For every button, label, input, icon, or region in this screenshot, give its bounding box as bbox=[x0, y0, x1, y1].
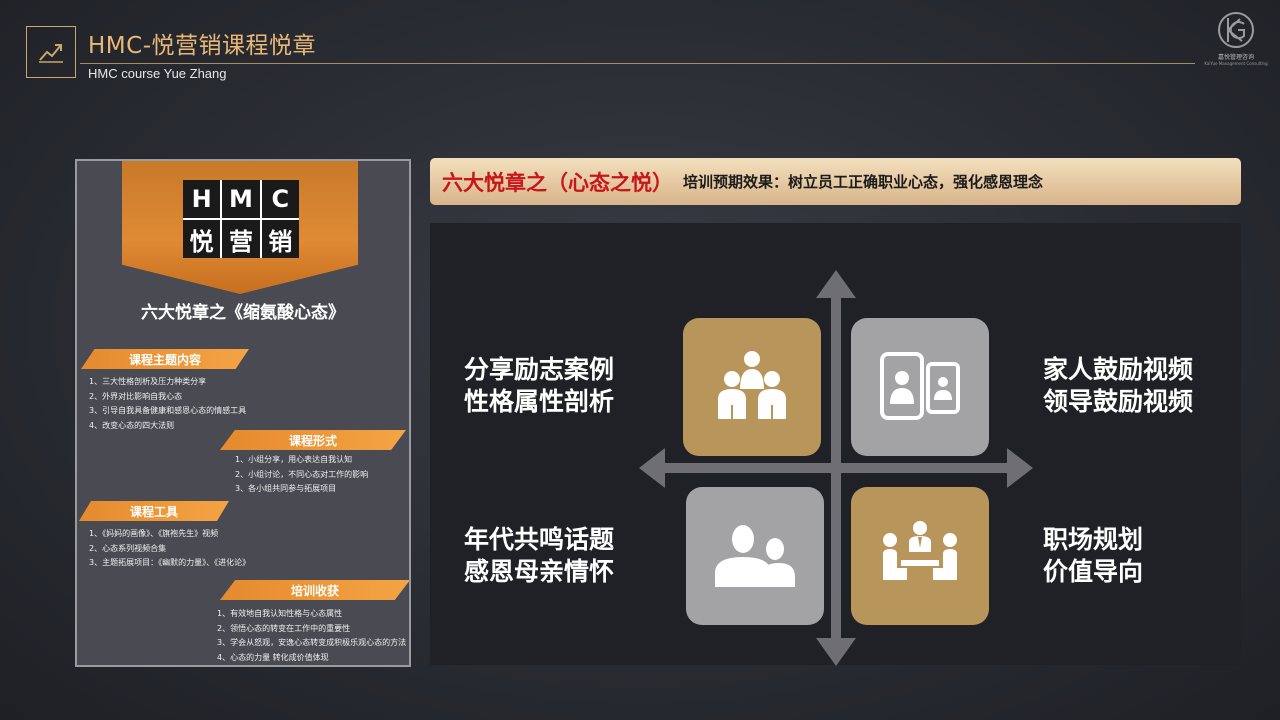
vertical-axis bbox=[831, 293, 841, 643]
list-item: 2、外界对比影响自我心态 bbox=[89, 391, 183, 401]
course-poster: H M C 悦 营 销 六大悦章之《缩氨酸心态》 课程主题内容 1、三大性格剖析… bbox=[75, 159, 411, 667]
quadrant-text-top-right: 家人鼓励视频 领导鼓励视频 bbox=[1043, 354, 1193, 418]
list-item: 1、《妈妈的画像》、《旗袍先生》视频 bbox=[89, 529, 219, 538]
section-heading: 课程主题内容 bbox=[81, 349, 249, 369]
section-list: 1、《妈妈的画像》、《旗袍先生》视频 2、心态系列视频合集 3、主题拓展项目：《… bbox=[89, 527, 250, 571]
section-list: 1、小组分享，用心表达自我认知 2、小组讨论，不同心态对工作的影响 3、各小组共… bbox=[235, 453, 368, 497]
arrow-down-icon bbox=[816, 638, 856, 666]
quadrant-text-bottom-right: 职场规划 价值导向 bbox=[1043, 524, 1143, 588]
quadrant-text-top-left: 分享励志案例 性格属性剖析 bbox=[464, 354, 614, 418]
list-item: 2、领悟心态的转变在工作中的重要性 bbox=[217, 623, 351, 633]
page-title: HMC-悦营销课程悦章 bbox=[88, 33, 316, 59]
list-item: 1、有效地自我认知性格与心态属性 bbox=[217, 609, 343, 618]
arrow-right-icon bbox=[1007, 448, 1033, 488]
list-item: 4、心态的力量 转化成价值体现 bbox=[217, 652, 329, 662]
video-call-icon bbox=[851, 318, 989, 456]
arrow-left-icon bbox=[639, 448, 665, 488]
quadrant-line: 感恩母亲情怀 bbox=[464, 557, 615, 586]
two-people-icon bbox=[686, 487, 824, 625]
group-icon bbox=[683, 318, 821, 456]
logo-char: M bbox=[222, 180, 260, 218]
logo-char: H bbox=[183, 180, 221, 218]
section-list: 1、有效地自我认知性格与心态属性 2、领悟心态的转变在工作中的重要性 3、学会从… bbox=[217, 607, 406, 665]
quadrant-line: 分享励志案例 bbox=[464, 355, 615, 384]
chart-trend-icon bbox=[26, 26, 76, 78]
section-heading: 课程工具 bbox=[79, 501, 229, 521]
chapter-title: 六大悦章之（心态之悦） bbox=[442, 170, 673, 195]
logo-char: 销 bbox=[261, 220, 299, 258]
quadrant-text-bottom-left: 年代共鸣话题 感恩母亲情怀 bbox=[464, 524, 614, 588]
hmc-logo: H M C 悦 营 销 bbox=[183, 180, 299, 258]
meeting-icon bbox=[851, 487, 989, 625]
brand-subname: KaiYue Management Consulting bbox=[1204, 61, 1268, 66]
page-subtitle: HMC course Yue Zhang bbox=[88, 66, 227, 81]
section-heading: 培训收获 bbox=[220, 580, 409, 600]
section-heading: 课程形式 bbox=[220, 430, 406, 450]
brand-logo: 嘉悦管理咨询 KaiYue Management Consulting bbox=[1200, 10, 1272, 70]
section-list: 1、三大性格剖析及压力种类分享 2、外界对比影响自我心态 3、引导自我具备健康和… bbox=[89, 375, 246, 433]
quadrant-line: 领导鼓励视频 bbox=[1043, 387, 1194, 416]
quadrant-line: 年代共鸣话题 bbox=[464, 525, 615, 554]
logo-char: 悦 bbox=[183, 220, 221, 258]
quadrant-line: 性格属性剖析 bbox=[464, 387, 615, 416]
list-item: 3、各小组共同参与拓展项目 bbox=[235, 484, 337, 493]
training-effect: 培训预期效果：树立员工正确职业心态，强化感恩理念 bbox=[683, 173, 1044, 191]
logo-char: 营 bbox=[222, 220, 260, 258]
list-item: 2、小组讨论，不同心态对工作的影响 bbox=[235, 469, 369, 479]
quadrant-line: 职场规划 bbox=[1043, 525, 1144, 554]
logo-char: C bbox=[261, 180, 299, 218]
poster-title: 六大悦章之《缩氨酸心态》 bbox=[141, 303, 345, 323]
quadrant-line: 家人鼓励视频 bbox=[1043, 355, 1194, 384]
chapter-header-bar: 六大悦章之（心态之悦） 培训预期效果：树立员工正确职业心态，强化感恩理念 bbox=[430, 158, 1241, 205]
brand-name: 嘉悦管理咨询 bbox=[1217, 54, 1254, 61]
list-item: 3、学会从怒观，安逸心态转变成积极乐观心态的方法 bbox=[217, 638, 407, 647]
list-item: 3、引导自我具备健康和感恩心态的情感工具 bbox=[89, 406, 247, 415]
list-item: 1、三大性格剖析及压力种类分享 bbox=[89, 377, 207, 386]
arrow-up-icon bbox=[816, 270, 856, 298]
list-item: 2、心态系列视频合集 bbox=[89, 543, 167, 553]
list-item: 3、主题拓展项目：《幽默的力量》、《进化论》 bbox=[89, 558, 251, 567]
list-item: 1、小组分享，用心表达自我认知 bbox=[235, 455, 353, 464]
brand-mark-icon bbox=[1218, 12, 1254, 48]
header-divider bbox=[80, 63, 1195, 64]
quadrant-line: 价值导向 bbox=[1043, 557, 1144, 586]
list-item: 4、改变心态的四大法则 bbox=[89, 420, 175, 430]
